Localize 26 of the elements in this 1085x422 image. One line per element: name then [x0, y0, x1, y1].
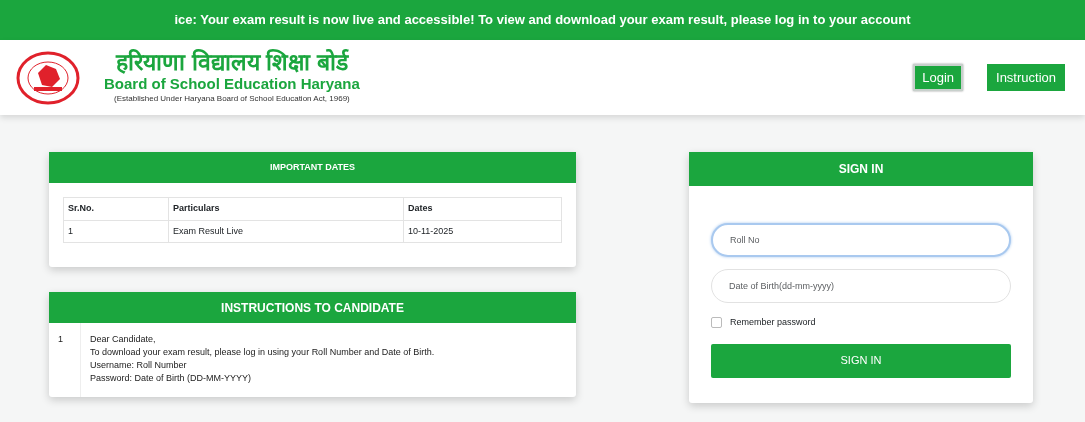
column-header: Dates [403, 197, 562, 220]
subtitle: (Established Under Haryana Board of School Education Act, 1969) [114, 93, 350, 106]
instruction-text: Dear Candidate, [90, 333, 157, 346]
checkbox-label: Remember password [730, 316, 816, 329]
column-header: Sr.No. [63, 197, 169, 220]
checkbox[interactable] [711, 317, 722, 329]
nav-button[interactable]: Instruction [987, 63, 1065, 92]
nav-button[interactable]: Login [913, 63, 963, 92]
table-cell: Exam Result Live [168, 220, 404, 243]
input-field[interactable]: Date of Birth(dd-mm-yyyy) [711, 269, 1011, 303]
column-header: Particulars [168, 197, 404, 220]
input-field[interactable]: Roll No [711, 223, 1011, 257]
board-title: Board of School Education Haryana [104, 75, 360, 94]
table-cell: 1 [63, 220, 169, 243]
hindi-title: हरियाणा विद्यालय शिक्षा बोर्ड [116, 49, 348, 76]
card-title: IMPORTANT DATES [269, 160, 356, 174]
instruction-text: To download your exam result, please log in using your Roll Number and Date of Birth. [90, 346, 435, 359]
table-cell: 10-11-2025 [403, 220, 562, 243]
notice-text: ice: Your exam result is now live and accessible! To view and download your exam result, please log in to your account [174, 11, 911, 30]
instruction-text: Password: Date of Birth (DD-MM-YYYY) [90, 372, 253, 385]
emblem-logo [16, 50, 80, 105]
item-number: 1 [58, 334, 63, 344]
card-title: INSTRUCTIONS TO CANDIDATE [221, 299, 404, 317]
instruction-text: Username: Roll Number [90, 359, 188, 372]
sign-in-button[interactable]: SIGN IN [711, 343, 1011, 378]
card-title: SIGN IN [838, 161, 884, 178]
